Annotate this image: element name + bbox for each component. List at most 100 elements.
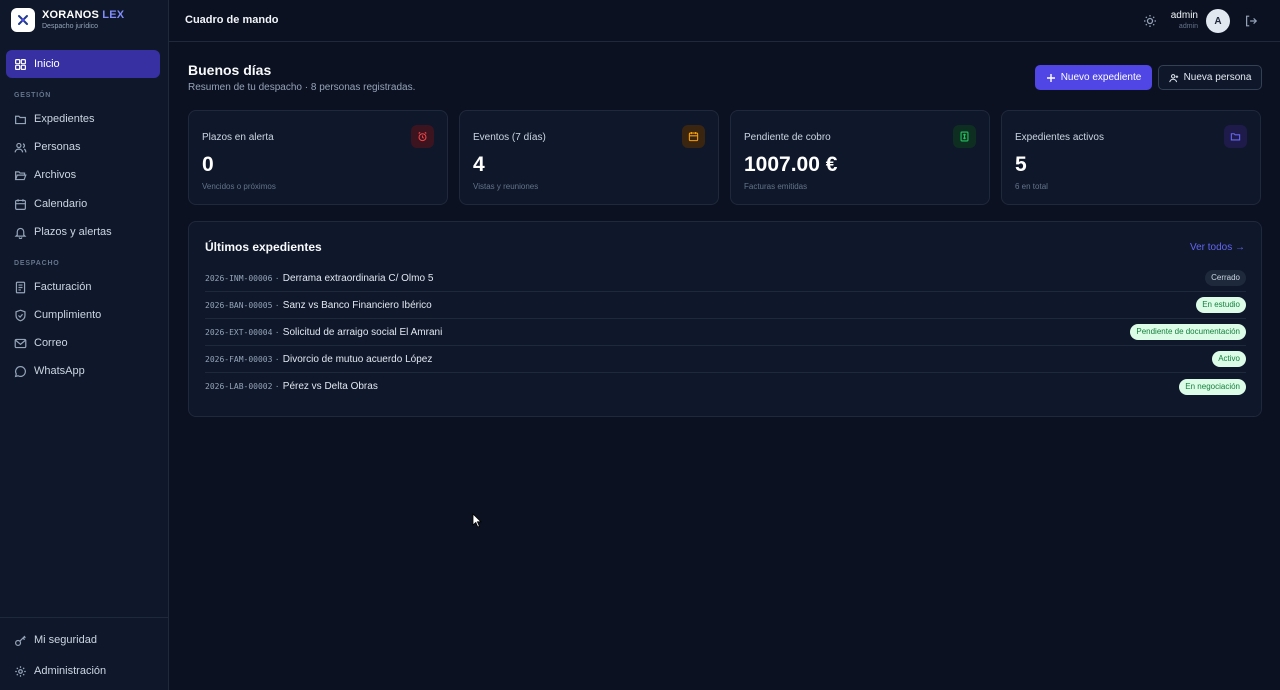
sidebar-item-label: Calendario [34, 198, 88, 210]
case-code: 2026-EXT-00004 [205, 327, 273, 337]
greeting-title: Buenos días [188, 62, 272, 78]
brand-name-accent: LEX [102, 9, 125, 21]
page-title: Cuadro de mando [185, 14, 279, 26]
recent-cases-panel: Últimos expedientes Ver todos → 2026-INM… [188, 221, 1262, 417]
shield-icon [14, 309, 27, 322]
chat-icon [14, 365, 27, 378]
sidebar-item-facturacion[interactable]: Facturación [6, 273, 160, 301]
table-row[interactable]: 2026-LAB-00002 · Pérez vs Delta Obras En… [205, 373, 1246, 400]
new-case-label: Nuevo expediente [1060, 72, 1142, 83]
sidebar-item-administracion[interactable]: Administración [6, 657, 160, 685]
brand-subtitle: Despacho jurídico [42, 23, 99, 30]
new-person-button[interactable]: Nueva persona [1158, 65, 1262, 90]
stat-value: 4 [473, 153, 485, 176]
sidebar-item-correo[interactable]: Correo [6, 329, 160, 357]
sidebar-item-calendario[interactable]: Calendario [6, 190, 160, 218]
alarm-icon [411, 125, 434, 148]
sidebar-item-plazos[interactable]: Plazos y alertas [6, 218, 160, 246]
invoice-icon [953, 125, 976, 148]
sidebar-item-label: Mi seguridad [34, 634, 97, 646]
gear-icon [14, 665, 27, 678]
new-case-button[interactable]: Nuevo expediente [1035, 65, 1152, 90]
status-badge: En estudio [1196, 297, 1246, 313]
sidebar-item-label: Expedientes [34, 113, 95, 125]
sidebar-item-whatsapp[interactable]: WhatsApp [6, 357, 160, 385]
separator: · [275, 326, 279, 338]
sidebar-item-label: Personas [34, 141, 81, 153]
stat-label: Expedientes activos [1015, 132, 1104, 143]
logout-icon[interactable] [1244, 14, 1258, 28]
case-title: Solicitud de arraigo social El Amrani [282, 326, 443, 338]
case-code: 2026-LAB-00002 [205, 382, 273, 391]
sidebar-item-personas[interactable]: Personas [6, 133, 160, 161]
separator: · [275, 272, 279, 284]
case-code: 2026-INM-00006 [205, 273, 273, 283]
avatar[interactable]: A [1206, 9, 1230, 33]
user-role: admin [1178, 23, 1198, 30]
stat-sub: Vencidos o próximos [202, 182, 276, 191]
sidebar-item-label: Inicio [34, 58, 60, 70]
brand-logo-icon [11, 8, 35, 32]
key-icon [14, 634, 27, 647]
plus-icon [1046, 73, 1056, 83]
separator: · [275, 381, 279, 392]
invoice-icon [14, 281, 27, 294]
user-info[interactable]: admin admin [1159, 10, 1198, 32]
sidebar: XORANOS LEX Despacho jurídico Inicio GES… [0, 0, 169, 690]
stat-label: Eventos (7 días) [473, 132, 546, 143]
sidebar-item-mi-seguridad[interactable]: Mi seguridad [6, 626, 160, 654]
theme-toggle-sun-icon[interactable] [1142, 13, 1158, 29]
sidebar-item-label: Correo [34, 337, 68, 349]
stat-card-plazos[interactable]: Plazos en alerta 0 Vencidos o próximos [188, 110, 448, 205]
stat-card-cobro[interactable]: Pendiente de cobro 1007.00 € Facturas em… [730, 110, 990, 205]
stat-card-expedientes[interactable]: Expedientes activos 5 6 en total [1001, 110, 1261, 205]
mail-icon [14, 337, 27, 350]
case-title: Pérez vs Delta Obras [282, 381, 378, 392]
separator: · [275, 299, 279, 311]
sidebar-item-label: Archivos [34, 169, 77, 181]
table-row[interactable]: 2026-FAM-00003 · Divorcio de mutuo acuer… [205, 346, 1246, 373]
bell-icon [14, 226, 27, 239]
status-badge: Cerrado [1205, 270, 1246, 286]
stat-sub: Facturas emitidas [744, 182, 808, 191]
new-person-label: Nueva persona [1183, 72, 1252, 83]
sidebar-item-expedientes[interactable]: Expedientes [6, 105, 160, 133]
sidebar-item-label: WhatsApp [34, 365, 85, 377]
stat-sub: Vistas y reuniones [473, 182, 539, 191]
status-badge: Pendiente de documentación [1130, 324, 1246, 340]
view-all-link[interactable]: Ver todos → [1190, 242, 1245, 253]
stat-value: 5 [1015, 153, 1027, 176]
section-label-gestion: GESTIÓN [14, 92, 52, 99]
table-row[interactable]: 2026-INM-00006 · Derrama extraordinaria … [205, 265, 1246, 292]
sidebar-item-label: Facturación [34, 281, 92, 293]
user-plus-icon [1168, 73, 1179, 83]
sidebar-item-archivos[interactable]: Archivos [6, 161, 160, 189]
case-title: Sanz vs Banco Financiero Ibérico [282, 299, 432, 311]
greeting-subtitle: Resumen de tu despacho · 8 personas regi… [188, 82, 416, 93]
status-badge: Activo [1212, 351, 1246, 367]
mouse-cursor-icon [472, 513, 482, 528]
brand[interactable]: XORANOS LEX Despacho jurídico [11, 8, 124, 32]
table-row[interactable]: 2026-EXT-00004 · Solicitud de arraigo so… [205, 319, 1246, 346]
folder-open-icon [14, 169, 27, 182]
separator: · [275, 353, 279, 365]
stat-label: Plazos en alerta [202, 132, 274, 143]
sidebar-item-cumplimiento[interactable]: Cumplimiento [6, 301, 160, 329]
case-title: Derrama extraordinaria C/ Olmo 5 [282, 272, 434, 284]
users-icon [14, 141, 27, 154]
calendar-icon [682, 125, 705, 148]
table-row[interactable]: 2026-BAN-00005 · Sanz vs Banco Financier… [205, 292, 1246, 319]
topbar: Cuadro de mando admin admin A [169, 0, 1280, 42]
grid-icon [14, 58, 27, 71]
stat-card-eventos[interactable]: Eventos (7 días) 4 Vistas y reuniones [459, 110, 719, 205]
folder-icon [14, 113, 27, 126]
case-title: Divorcio de mutuo acuerdo López [282, 353, 433, 365]
panel-title: Últimos expedientes [205, 240, 322, 254]
stat-value: 1007.00 € [744, 153, 838, 176]
sidebar-item-label: Administración [34, 665, 107, 677]
sidebar-item-label: Cumplimiento [34, 309, 102, 321]
brand-name: XORANOS [42, 9, 100, 21]
user-name: admin [1170, 10, 1198, 21]
sidebar-item-inicio[interactable]: Inicio [6, 50, 160, 78]
case-code: 2026-BAN-00005 [205, 300, 273, 310]
